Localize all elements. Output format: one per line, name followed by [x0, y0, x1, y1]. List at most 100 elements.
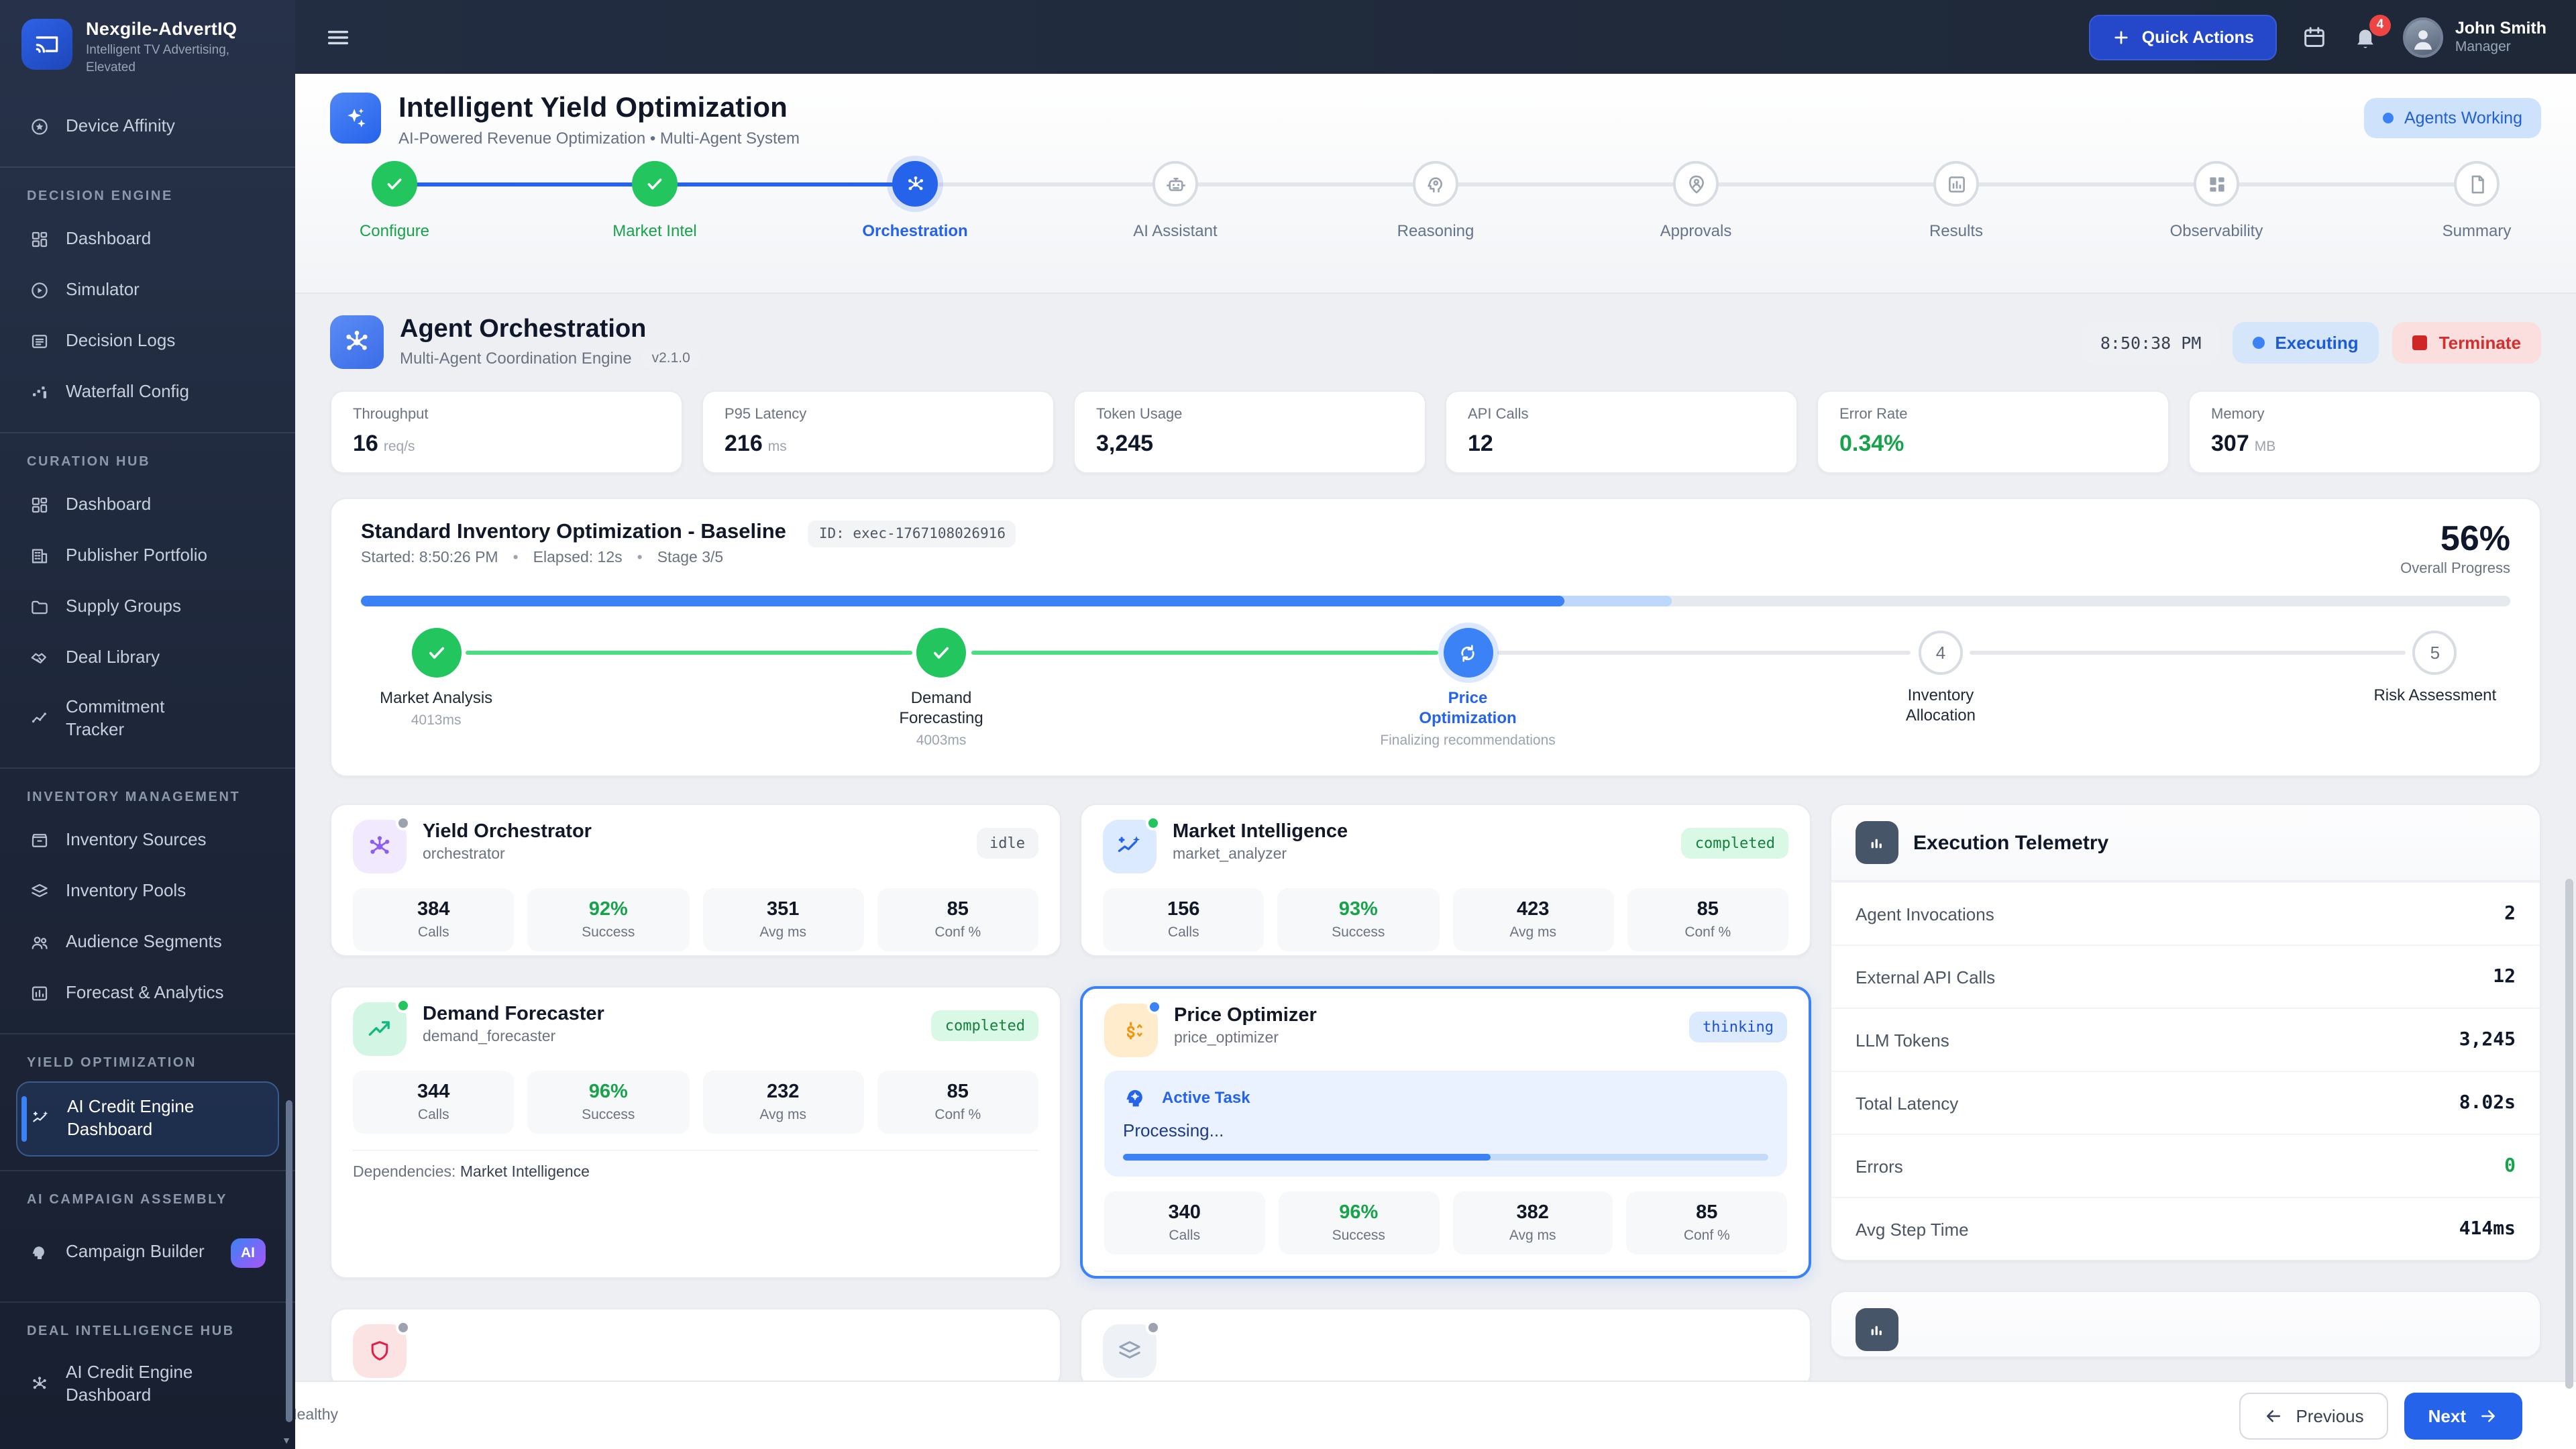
execution-id-badge: ID: exec-1767108026916 [808, 521, 1016, 547]
executing-label: Executing [2275, 332, 2358, 352]
step-label: Orchestration [862, 221, 967, 240]
page-scrollbar[interactable] [2565, 879, 2573, 1389]
stage-connector [971, 651, 1438, 654]
top-bar: Quick Actions 4 John Smith Manager [295, 0, 2576, 74]
head-outline-icon [1413, 161, 1458, 207]
sidebar-item-device-affinity[interactable]: Device Affinity [16, 101, 279, 152]
sidebar-item-ai-credit-engine-dashboard[interactable]: AI Credit Engine Dashboard [16, 1349, 279, 1419]
active-task-label: Active Task [1162, 1088, 1250, 1107]
sidebar-item-decision-logs[interactable]: Decision Logs [16, 316, 279, 367]
sidebar-item-label: Decision Logs [66, 330, 224, 353]
agent-card-partial[interactable] [330, 1308, 1061, 1389]
execution-title: Standard Inventory Optimization - Baseli… [361, 521, 786, 543]
sidebar-item-supply-groups[interactable]: Supply Groups [16, 582, 279, 633]
check-icon [916, 628, 966, 678]
calendar-icon[interactable] [2301, 23, 2328, 50]
terminate-label: Terminate [2439, 332, 2521, 352]
telemetry-row: LLM Tokens3,245 [1831, 1008, 2540, 1071]
agent-status-dot [396, 1320, 411, 1335]
step-summary[interactable]: Summary [2412, 161, 2541, 240]
agent-card-orchestrator[interactable]: Yield Orchestratororchestratoridle384Cal… [330, 804, 1061, 957]
user-menu[interactable]: John Smith Manager [2403, 17, 2546, 57]
shield-icon [353, 1324, 407, 1378]
next-button[interactable]: Next [2404, 1392, 2522, 1439]
sidebar-scrollbar[interactable] [286, 1100, 292, 1422]
stop-icon [2412, 335, 2427, 350]
metric-label: API Calls [1468, 407, 1775, 423]
stage-name: Market Analysis [372, 688, 500, 708]
terminate-button[interactable]: Terminate [2392, 321, 2541, 363]
dollar-icon [1104, 1004, 1158, 1057]
agent-stat: 85Conf % [877, 888, 1039, 951]
agent-dependencies: Dependencies: Demand Forecaster, Market … [1104, 1271, 1787, 1279]
sidebar: Nexgile-AdvertIQ Intelligent TV Advertis… [0, 0, 295, 1449]
menu-icon[interactable] [325, 23, 352, 50]
sidebar-item-dashboard[interactable]: Dashboard [16, 214, 279, 265]
step-approvals[interactable]: Approvals [1631, 161, 1760, 240]
step-orchestration[interactable]: Orchestration [851, 161, 979, 240]
layers-icon [30, 881, 50, 902]
sidebar-item-publisher-portfolio[interactable]: Publisher Portfolio [16, 531, 279, 582]
orchestration-section: Agent Orchestration Multi-Agent Coordina… [295, 315, 2576, 1389]
quick-actions-button[interactable]: Quick Actions [2090, 14, 2277, 60]
sidebar-item-inventory-sources[interactable]: Inventory Sources [16, 815, 279, 866]
notifications-bell-icon[interactable]: 4 [2352, 23, 2379, 50]
sidebar-item-deal-library[interactable]: Deal Library [16, 633, 279, 684]
metric-value: 16req/s [353, 431, 660, 458]
stage-detail: 4003ms [916, 733, 967, 749]
check-icon [632, 161, 678, 207]
sidebar-item-ai-credit-engine-dashboard[interactable]: AI Credit Engine Dashboard [16, 1081, 279, 1156]
agent-code: orchestrator [423, 847, 592, 863]
next-label: Next [2428, 1405, 2466, 1426]
sidebar-item-label: Simulator [66, 279, 224, 302]
arrow-right-icon [2478, 1405, 2498, 1426]
agent-card-demand_forecaster[interactable]: Demand Forecasterdemand_forecastercomple… [330, 986, 1061, 1279]
step-configure[interactable]: Configure [330, 161, 459, 240]
sidebar-item-label: AI Credit Engine Dashboard [66, 1361, 224, 1407]
step-ai-assistant[interactable]: AI Assistant [1111, 161, 1240, 240]
sidebar-item-forecast-analytics[interactable]: Forecast & Analytics [16, 968, 279, 1019]
stage-number: 4 [1919, 631, 1963, 675]
sidebar-item-label: Inventory Sources [66, 829, 224, 852]
step-observability[interactable]: Observability [2152, 161, 2281, 240]
agent-status-dot [1146, 1320, 1161, 1335]
sidebar-item-label: Campaign Builder [66, 1241, 214, 1264]
agent-card-partial[interactable] [1080, 1308, 1811, 1389]
scroll-down-arrow-icon[interactable]: ▼ [282, 1437, 291, 1446]
step-reasoning[interactable]: Reasoning [1371, 161, 1500, 240]
sidebar-item-label: AI Credit Engine Dashboard [67, 1095, 225, 1141]
sidebar-item-campaign-builder[interactable]: Campaign BuilderAI [16, 1218, 279, 1287]
telemetry-value: 3,245 [2459, 1029, 2516, 1051]
stage-market-analysis: Market Analysis4013ms [356, 628, 517, 729]
sidebar-item-label: Commitment Tracker [66, 696, 224, 741]
sidebar-item-label: Forecast & Analytics [66, 982, 224, 1005]
execution-progress-card: Standard Inventory Optimization - Baseli… [330, 498, 2541, 777]
sidebar-item-waterfall-config[interactable]: Waterfall Config [16, 367, 279, 418]
step-market-intel[interactable]: Market Intel [590, 161, 719, 240]
sidebar-item-simulator[interactable]: Simulator [16, 265, 279, 316]
telemetry-value: 2 [2504, 903, 2516, 924]
sidebar-item-inventory-pools[interactable]: Inventory Pools [16, 866, 279, 917]
stage-connector [1970, 651, 2406, 654]
step-results[interactable]: Results [1892, 161, 2021, 240]
sidebar-item-commitment-tracker[interactable]: Commitment Tracker [16, 684, 279, 753]
layout-grid-icon [30, 495, 50, 515]
metric-card-error-rate: Error Rate0.34% [1817, 390, 2169, 474]
sync-icon [1443, 628, 1493, 678]
task-progress-bar [1123, 1154, 1768, 1161]
agent-status-dot [396, 998, 411, 1013]
agent-card-market_analyzer[interactable]: Market Intelligencemarket_analyzercomple… [1080, 804, 1811, 957]
previous-button[interactable]: Previous [2239, 1392, 2387, 1439]
user-role: Manager [2455, 39, 2546, 55]
sidebar-item-audience-segments[interactable]: Audience Segments [16, 917, 279, 968]
agent-card-price_optimizer[interactable]: Price Optimizerprice_optimizerthinkingAc… [1080, 986, 1811, 1279]
avatar [2403, 17, 2443, 57]
metric-label: Memory [2211, 407, 2518, 423]
user-name: John Smith [2455, 19, 2546, 39]
telemetry-title: Execution Telemetry [1913, 831, 2108, 854]
sidebar-item-label: Publisher Portfolio [66, 545, 224, 568]
sidebar-item-dashboard[interactable]: Dashboard [16, 480, 279, 531]
executing-status-pill: Executing [2232, 321, 2378, 363]
stage-name: Risk Assessment [2371, 686, 2500, 706]
metric-value: 216ms [724, 431, 1032, 458]
